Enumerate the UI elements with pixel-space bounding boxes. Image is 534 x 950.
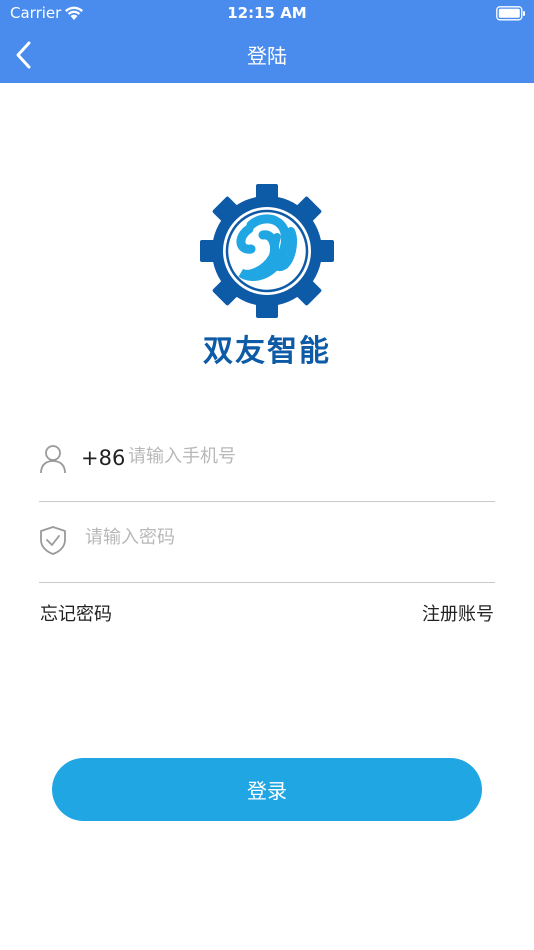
password-divider <box>39 582 495 583</box>
phone-field-row: +86 <box>39 440 495 502</box>
password-input[interactable] <box>85 527 485 548</box>
phone-divider <box>39 501 495 502</box>
clock: 12:15 AM <box>227 4 307 22</box>
shield-check-icon <box>40 526 66 555</box>
battery-icon <box>496 6 525 21</box>
login-button[interactable]: 登录 <box>52 758 482 821</box>
country-code[interactable]: +86 <box>81 446 125 470</box>
navigation-bar: Carrier 12:15 AM 登陆 <box>0 0 534 83</box>
register-account-link[interactable]: 注册账号 <box>422 600 494 626</box>
brand-logo-icon <box>200 184 334 318</box>
brand-name: 双友智能 <box>203 334 331 369</box>
phone-input[interactable] <box>128 446 488 467</box>
password-field-row <box>39 521 495 583</box>
user-icon <box>40 445 66 474</box>
forgot-password-link[interactable]: 忘记密码 <box>40 600 112 626</box>
page-title: 登陆 <box>247 44 287 68</box>
status-bar: Carrier 12:15 AM <box>0 0 534 28</box>
